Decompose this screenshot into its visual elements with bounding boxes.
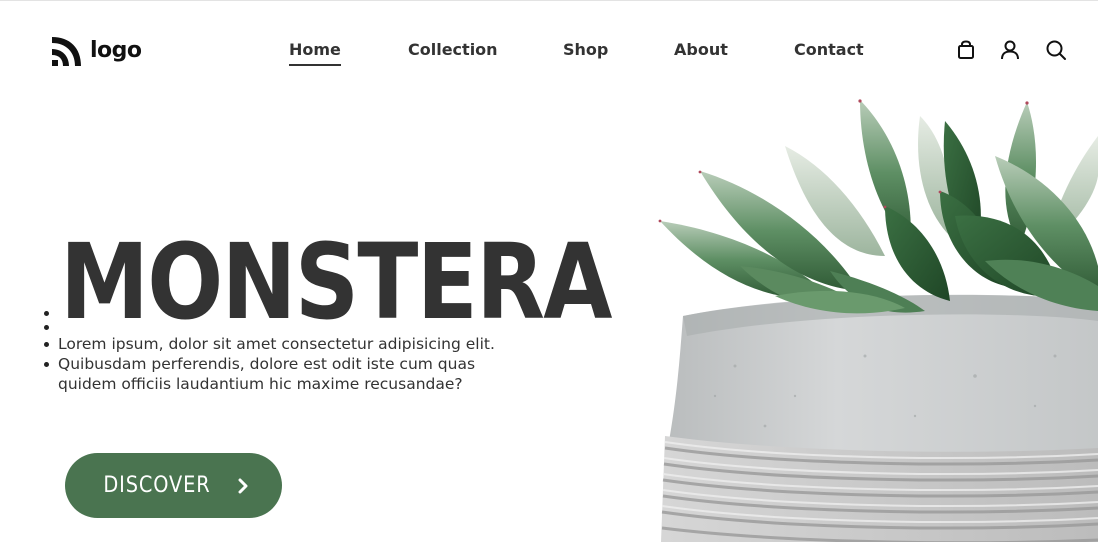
- list-item: Lorem ipsum, dolor sit amet consectetur …: [44, 334, 528, 354]
- hero-plant-image: [658, 99, 1098, 542]
- list-item: [44, 306, 528, 320]
- logo-waves-icon: [52, 37, 81, 66]
- nav-item-shop[interactable]: Shop: [563, 38, 608, 62]
- chevron-right-icon: [238, 478, 248, 493]
- logo-text: logo: [90, 38, 142, 63]
- hero-bullet-list: Lorem ipsum, dolor sit amet consectetur …: [44, 306, 528, 394]
- top-divider: [0, 0, 1098, 1]
- nav-item-contact[interactable]: Contact: [794, 38, 864, 62]
- user-icon[interactable]: [999, 39, 1021, 61]
- nav-item-home[interactable]: Home: [289, 38, 341, 66]
- discover-button[interactable]: DISCOVER: [65, 453, 282, 518]
- search-icon[interactable]: [1045, 39, 1067, 61]
- list-item: [44, 320, 528, 334]
- list-item: Quibusdam perferendis, dolore est odit i…: [44, 354, 528, 394]
- nav-item-collection[interactable]: Collection: [408, 38, 498, 62]
- logo[interactable]: logo: [50, 34, 142, 68]
- discover-button-label: DISCOVER: [102, 473, 211, 498]
- shopping-bag-icon[interactable]: [955, 39, 977, 61]
- nav-item-about[interactable]: About: [674, 38, 728, 62]
